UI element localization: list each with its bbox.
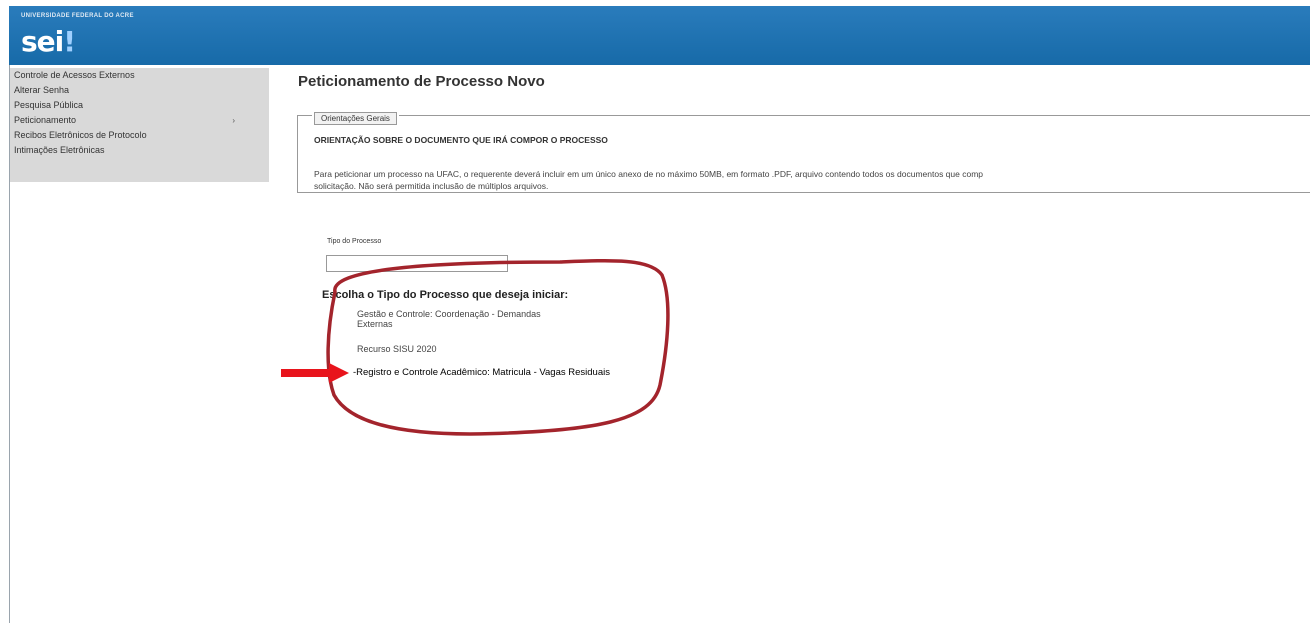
arrow-icon	[281, 363, 349, 383]
annotation-circle	[326, 258, 670, 436]
